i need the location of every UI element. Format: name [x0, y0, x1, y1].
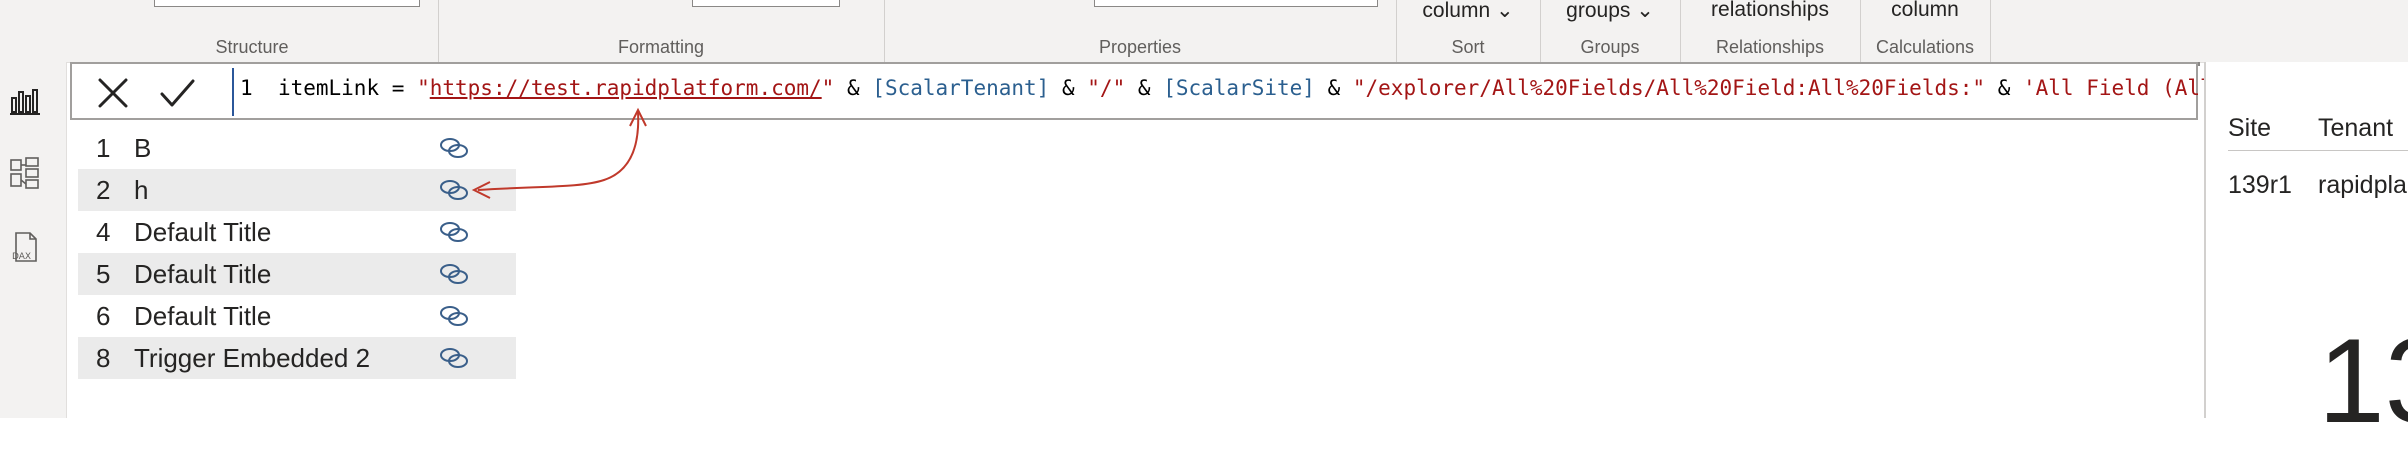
row-number: 5	[96, 259, 111, 289]
url-underlined: https://test.rapidplatform.com/	[429, 76, 822, 100]
ribbon-group-groups: groups ⌄ Groups	[1540, 0, 1681, 62]
dax-query-icon[interactable]: DAX	[8, 230, 42, 264]
ribbon-group-relationships: relationships Relationships	[1680, 0, 1861, 62]
header-divider	[2228, 150, 2408, 151]
ribbon-group-label: Sort	[1451, 37, 1485, 57]
table-row[interactable]: 1 B	[78, 127, 516, 169]
concat-operator: &	[1327, 76, 1341, 100]
ribbon-group-structure: Structure	[66, 0, 439, 62]
column-name: itemLink	[277, 76, 380, 100]
table-row[interactable]: 2 h	[78, 169, 516, 211]
row-title[interactable]: Trigger Embedded 2	[134, 343, 370, 374]
ribbon-group-calculations: column Calculations	[1860, 0, 1991, 62]
concat-operator: &	[846, 76, 860, 100]
commit-formula-icon[interactable]	[158, 74, 196, 112]
row-title[interactable]: Default Title	[134, 259, 271, 290]
view-switcher-rail: DAX	[0, 62, 67, 418]
site-column-ref: [ScalarSite]	[1163, 76, 1315, 100]
row-title[interactable]: Default Title	[134, 301, 271, 332]
row-number: 6	[96, 301, 111, 331]
ribbon-group-label: Properties	[1098, 37, 1182, 57]
new-column-button[interactable]: column	[1860, 0, 1990, 22]
line-number: 1	[240, 76, 253, 100]
table-row[interactable]: 4 Default Title	[78, 211, 516, 253]
hyperlink-icon[interactable]	[438, 345, 472, 371]
model-view-icon[interactable]	[8, 156, 42, 190]
ribbon: Structure Formatting Properties column ⌄…	[0, 0, 2408, 63]
table-row[interactable]: 5 Default Title	[78, 253, 516, 295]
report-view-icon[interactable]	[8, 84, 42, 118]
concat-operator: &	[1061, 76, 1075, 100]
column-header-site: Site	[2228, 114, 2272, 142]
row-number: 8	[96, 343, 111, 373]
ribbon-group-label: Calculations	[1875, 37, 1975, 57]
tenant-value: rapidpla	[2318, 171, 2407, 199]
ribbon-group-label: Structure	[215, 37, 289, 57]
row-title[interactable]: h	[134, 175, 148, 206]
cancel-formula-icon[interactable]	[94, 74, 132, 112]
path-string-literal: "/explorer/All%20Fields/All%20Field:All%…	[1352, 76, 1986, 100]
ribbon-group-label: Formatting	[617, 37, 705, 57]
equals-operator: =	[391, 76, 405, 100]
hyperlink-icon[interactable]	[438, 135, 472, 161]
site-value: 139r1	[2228, 171, 2292, 199]
manage-relationships-button[interactable]: relationships	[1680, 0, 1860, 22]
concat-operator: &	[1137, 76, 1151, 100]
data-table: 1 B 2 h 4 Default Title 5 Default Title …	[78, 127, 516, 379]
url-string-literal: "https://test.rapidplatform.com/"	[417, 76, 835, 100]
card-big-number: 13	[2318, 314, 2408, 448]
formatting-control[interactable]	[692, 0, 840, 7]
ribbon-group-sort: column ⌄ Sort	[1396, 0, 1541, 62]
table-row[interactable]: 8 Trigger Embedded 2	[78, 337, 516, 379]
sort-by-column-button[interactable]: column ⌄	[1396, 0, 1540, 23]
row-number: 1	[96, 133, 111, 163]
concat-operator: &	[1997, 76, 2011, 100]
column-header-tenant: Tenant	[2318, 114, 2394, 142]
properties-control[interactable]	[1094, 0, 1378, 7]
row-number: 2	[96, 175, 111, 205]
ribbon-group-formatting: Formatting	[438, 0, 885, 62]
row-title[interactable]: Default Title	[134, 217, 271, 248]
table-row[interactable]: 6 Default Title	[78, 295, 516, 337]
ribbon-group-label: Relationships	[1715, 37, 1825, 57]
data-groups-button[interactable]: groups ⌄	[1540, 0, 1680, 23]
tenant-column-ref: [ScalarTenant]	[872, 76, 1050, 100]
formula-input[interactable]: 1 itemLink = "https://test.rapidplatform…	[240, 76, 2289, 100]
formula-cursor-separator	[232, 68, 234, 116]
ribbon-group-properties: Properties	[884, 0, 1397, 62]
formula-bar: 1 itemLink = "https://test.rapidplatform…	[70, 62, 2289, 120]
hyperlink-icon[interactable]	[438, 219, 472, 245]
hyperlink-icon[interactable]	[438, 261, 472, 287]
hyperlink-icon[interactable]	[438, 303, 472, 329]
row-number: 4	[96, 217, 111, 247]
hyperlink-icon[interactable]	[438, 177, 472, 203]
slash-string-literal: "/"	[1087, 76, 1126, 100]
svg-text:DAX: DAX	[12, 252, 31, 262]
structure-control[interactable]	[154, 0, 420, 7]
row-title[interactable]: B	[134, 133, 151, 164]
ribbon-group-label: Groups	[1580, 37, 1640, 57]
visual-card-pane: Site Tenant 139r1 rapidpla 13	[2204, 62, 2408, 448]
